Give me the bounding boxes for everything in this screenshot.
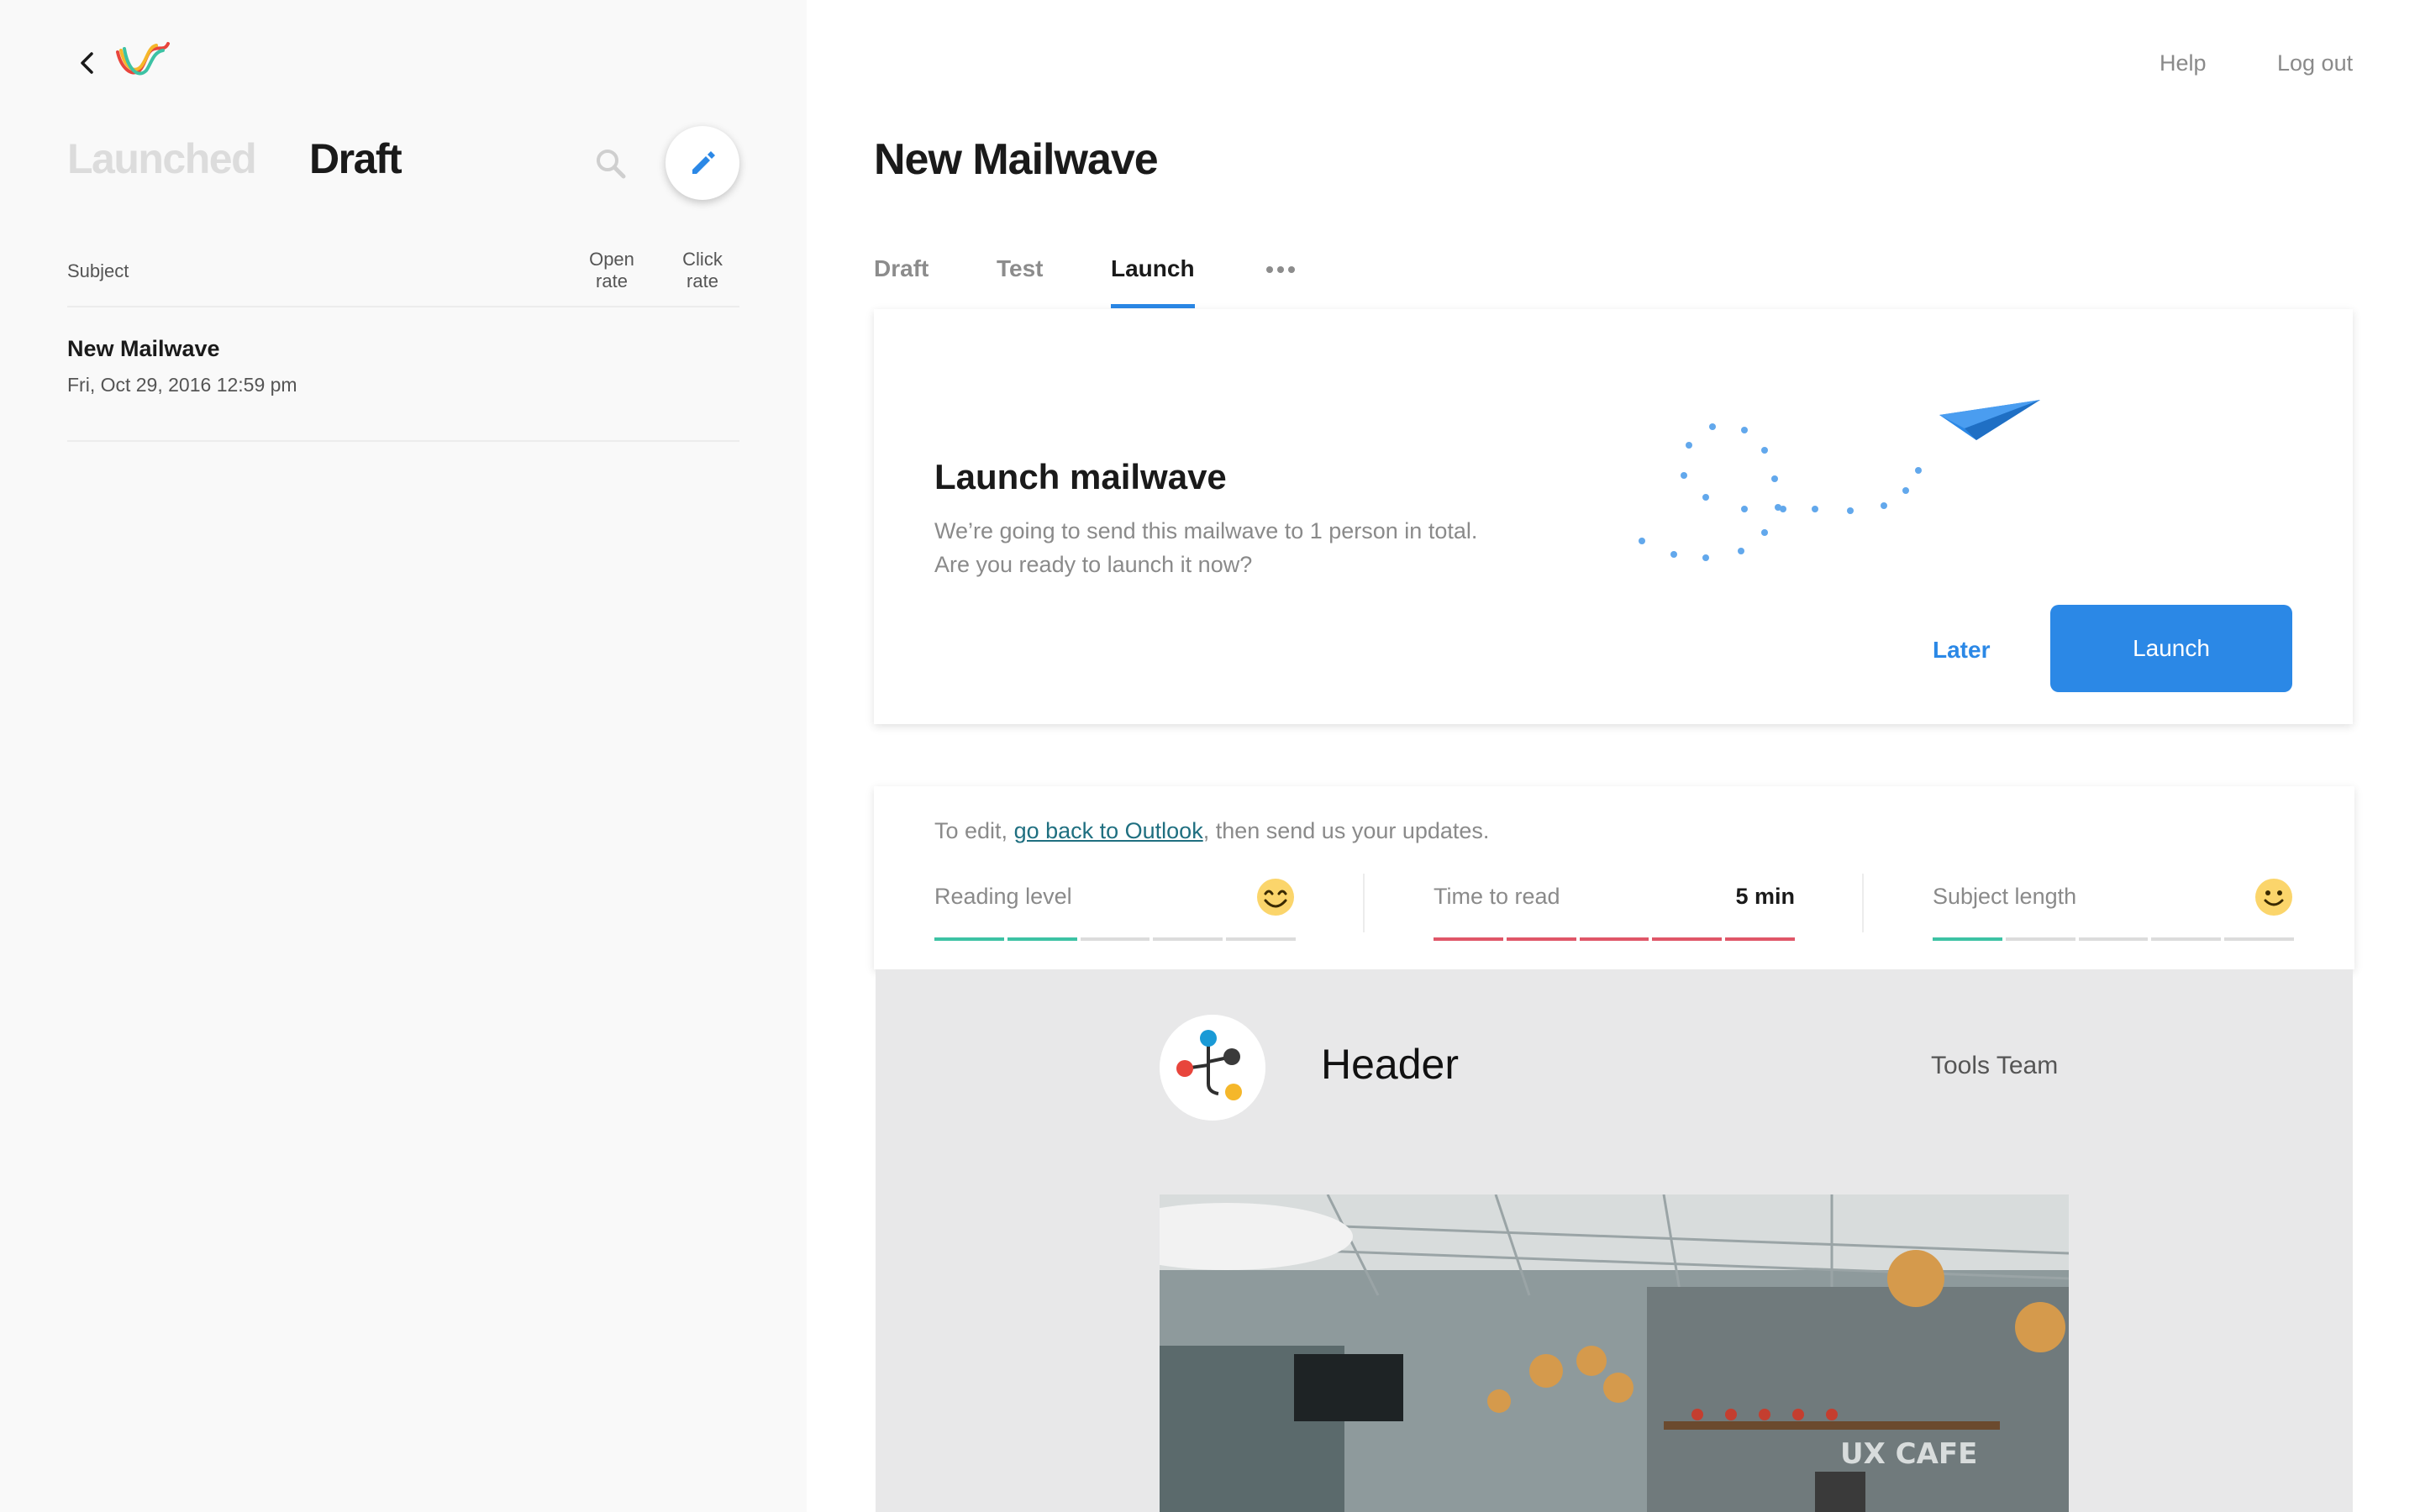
metrics-card: To edit, go back to Outlook, then send u… [874,786,2354,969]
column-click-rate[interactable]: Click rate [672,249,733,292]
help-link[interactable]: Help [2160,50,2207,76]
score-segment [2151,937,2222,941]
photo-sign: UX CAFE [1840,1437,1977,1471]
metric-label: Subject length [1933,884,2077,909]
preview-team-name: Tools Team [1931,1052,2059,1079]
divider [1862,874,1864,932]
team-logo-icon [1160,1015,1265,1121]
score-segment [1506,937,1576,941]
later-button[interactable]: Later [1933,637,1990,664]
pencil-icon [692,151,715,174]
launch-heading: Launch mailwave [934,457,1227,496]
column-click-rate-line2: rate [687,270,718,291]
paper-plane-icon [1639,400,2040,561]
metric-time-to-read: Time to read 5 min [1434,877,1795,944]
column-open-rate[interactable]: Open rate [581,249,642,292]
launch-button[interactable]: Launch [2050,605,2292,692]
chevron-left-icon[interactable] [77,50,97,76]
cafe-photo: UX CAFE [1160,1194,2069,1512]
sidebar: Launched Draft Subject Open rate Click r… [0,0,807,1512]
list-item-date: Fri, Oct 29, 2016 12:59 pm [67,374,297,396]
divider [1363,874,1365,932]
launch-card: Launch mailwave We’re going to send this… [874,309,2353,724]
outlook-link[interactable]: go back to Outlook [1014,818,1203,843]
divider [67,440,739,442]
launch-description-line: We’re going to send this mailwave to 1 p… [934,518,1478,543]
metric-score-bar [1434,937,1795,941]
score-segment [1579,937,1649,941]
tab-draft[interactable]: Draft [309,134,402,183]
smiley-icon [2255,879,2292,916]
email-preview: Header Tools Team UX CAFE [876,969,2353,1512]
column-open-rate-line2: rate [596,270,628,291]
score-segment [1434,937,1503,941]
active-tab-indicator [1111,304,1195,308]
edit-note-prefix: To edit, [934,818,1014,843]
list-item-title: New Mailwave [67,336,220,361]
metric-score-bar [934,937,1296,941]
score-segment [1933,937,2002,941]
list-item[interactable]: New Mailwave Fri, Oct 29, 2016 12:59 pm [67,336,739,396]
score-segment [1080,937,1150,941]
score-segment [1007,937,1077,941]
metric-label: Reading level [934,884,1072,909]
score-segment [1652,937,1723,941]
search-icon[interactable] [592,144,630,183]
metric-label: Time to read [1434,884,1560,909]
edit-note-suffix: , then send us your updates. [1202,818,1490,843]
launch-description: We’re going to send this mailwave to 1 p… [934,514,1573,581]
page-title: New Mailwave [874,135,1159,184]
tab-test-step[interactable]: Test [997,255,1044,282]
score-segment [2224,937,2294,941]
logout-link[interactable]: Log out [2277,50,2353,76]
launch-description-line: Are you ready to launch it now? [934,552,1253,577]
tab-launched[interactable]: Launched [67,134,257,183]
divider [67,306,739,307]
score-segment [1153,937,1223,941]
metric-value: 5 min [1735,884,1795,909]
column-click-rate-line1: Click [682,249,723,270]
mailwave-logo[interactable] [113,39,173,82]
edit-note: To edit, go back to Outlook, then send u… [934,818,1489,844]
metric-score-bar [1933,937,2294,941]
compose-button[interactable] [666,126,739,200]
preview-header-title: Header [1321,1041,1459,1088]
metric-reading-level: Reading level [934,877,1296,944]
column-open-rate-line1: Open [589,249,634,270]
smiley-icon [1257,879,1294,916]
score-segment [934,937,1004,941]
tab-launch-step[interactable]: Launch [1111,255,1195,282]
more-horizontal-icon[interactable] [1265,265,1296,274]
column-subject[interactable]: Subject [67,260,129,282]
score-segment [2005,937,2075,941]
score-segment [1226,937,1296,941]
tab-draft-step[interactable]: Draft [874,255,929,282]
score-segment [1725,937,1795,941]
metric-subject-length: Subject length [1933,877,2294,944]
score-segment [2078,937,2149,941]
